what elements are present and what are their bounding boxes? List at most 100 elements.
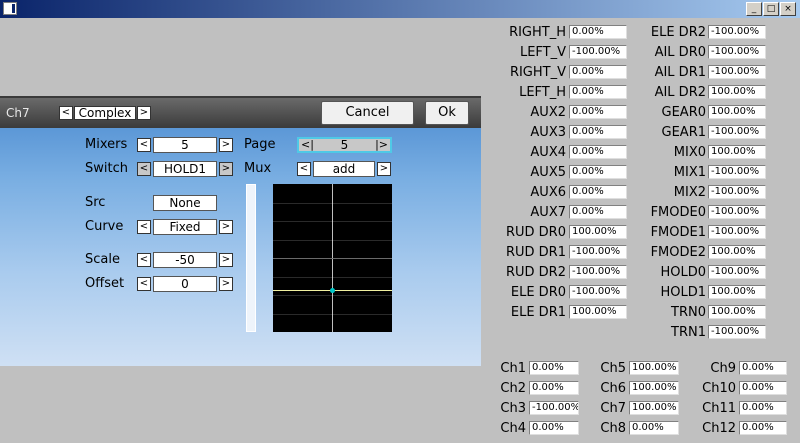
input-label: GEAR1 xyxy=(661,125,706,140)
input-label: MIX1 xyxy=(673,165,706,180)
input-label: AUX2 xyxy=(530,105,566,120)
cancel-button[interactable]: Cancel xyxy=(321,101,414,125)
curve-select[interactable]: Fixed xyxy=(153,219,217,235)
switch-prev-button[interactable]: < xyxy=(137,162,151,176)
offset-next-button[interactable]: > xyxy=(219,277,233,291)
close-button[interactable]: × xyxy=(780,2,796,16)
input-value: 100.00% xyxy=(708,105,766,119)
channel-value: 0.00% xyxy=(529,361,579,375)
value-slider[interactable] xyxy=(246,184,256,332)
scale-prev-button[interactable]: < xyxy=(137,253,151,267)
window-app-icon[interactable] xyxy=(3,2,17,15)
input-value: -100.00% xyxy=(708,45,766,59)
input-value: -100.00% xyxy=(708,185,766,199)
page-select[interactable]: <| 5 |> xyxy=(297,137,392,153)
input-label: AUX4 xyxy=(530,145,566,160)
input-label: TRN0 xyxy=(671,305,706,320)
channel-label: Ch1 xyxy=(500,361,526,376)
input-label: RUD DR0 xyxy=(505,225,566,240)
curve-label: Curve xyxy=(85,219,124,234)
channel-label: Ch5 xyxy=(600,361,626,376)
channel-label: Ch9 xyxy=(710,361,736,376)
src-select[interactable]: None xyxy=(153,195,217,211)
input-label: RIGHT_V xyxy=(509,65,566,80)
scale-next-button[interactable]: > xyxy=(219,253,233,267)
input-label: AUX6 xyxy=(530,185,566,200)
graph-curve-point xyxy=(330,288,335,294)
input-value: -100.00% xyxy=(708,225,766,239)
input-value: 100.00% xyxy=(708,245,766,259)
input-label: RUD DR1 xyxy=(505,245,566,260)
input-label: AUX7 xyxy=(530,205,566,220)
input-label: TRN1 xyxy=(671,325,706,340)
offset-label: Offset xyxy=(85,276,125,291)
channel-value: 100.00% xyxy=(629,381,679,395)
input-label: MIX2 xyxy=(673,185,706,200)
channel-label: Ch7 xyxy=(600,401,626,416)
input-value: 100.00% xyxy=(708,285,766,299)
switch-select[interactable]: HOLD1 xyxy=(153,161,217,177)
input-value: 100.00% xyxy=(708,145,766,159)
channel-value: 0.00% xyxy=(739,401,787,415)
channel-value: 0.00% xyxy=(739,421,787,435)
input-label: FMODE1 xyxy=(650,225,706,240)
dialog-header: Ch7 < Complex > Cancel Ok xyxy=(0,98,481,128)
input-value: 100.00% xyxy=(708,85,766,99)
mux-next-button[interactable]: > xyxy=(377,162,391,176)
mux-prev-button[interactable]: < xyxy=(297,162,311,176)
channel-label: Ch2 xyxy=(500,381,526,396)
ok-button[interactable]: Ok xyxy=(425,101,469,125)
channel-value: 0.00% xyxy=(629,421,679,435)
mixers-value[interactable]: 5 xyxy=(153,137,217,153)
input-label: LEFT_H xyxy=(519,85,566,100)
mixers-prev-button[interactable]: < xyxy=(137,138,151,152)
input-label: AIL DR2 xyxy=(654,85,706,100)
mixers-next-button[interactable]: > xyxy=(219,138,233,152)
channel-value: 100.00% xyxy=(629,401,679,415)
mux-select[interactable]: add xyxy=(313,161,375,177)
input-label: AUX5 xyxy=(530,165,566,180)
channel-value: 100.00% xyxy=(629,361,679,375)
input-value: -100.00% xyxy=(708,125,766,139)
input-label: MIX0 xyxy=(673,145,706,160)
input-label: ELE DR0 xyxy=(510,285,566,300)
src-label: Src xyxy=(85,195,106,210)
channel-label: Ch4 xyxy=(500,421,526,436)
switch-label: Switch xyxy=(85,161,128,176)
channel-title: Ch7 xyxy=(6,106,30,120)
mode-next-button[interactable]: > xyxy=(137,106,151,120)
channel-value: -100.00% xyxy=(529,401,579,415)
offset-value[interactable]: 0 xyxy=(153,276,217,292)
page-next-button[interactable]: |> xyxy=(375,139,388,151)
offset-prev-button[interactable]: < xyxy=(137,277,151,291)
curve-next-button[interactable]: > xyxy=(219,220,233,234)
channel-label: Ch6 xyxy=(600,381,626,396)
minimize-button[interactable]: _ xyxy=(746,2,762,16)
switch-next-button[interactable]: > xyxy=(219,162,233,176)
input-value: -100.00% xyxy=(708,265,766,279)
channel-label: Ch3 xyxy=(500,401,526,416)
input-label: AIL DR1 xyxy=(654,65,706,80)
input-value: -100.00% xyxy=(708,325,766,339)
channel-label: Ch8 xyxy=(600,421,626,436)
input-label: ELE DR2 xyxy=(650,25,706,40)
channel-value: 0.00% xyxy=(529,381,579,395)
input-label: RIGHT_H xyxy=(509,25,566,40)
input-value: -100.00% xyxy=(708,25,766,39)
input-label: HOLD1 xyxy=(660,285,706,300)
scale-value[interactable]: -50 xyxy=(153,252,217,268)
maximize-button[interactable]: □ xyxy=(763,2,779,16)
curve-graph-canvas xyxy=(273,184,392,332)
mode-select[interactable]: Complex xyxy=(74,106,136,120)
input-label: GEAR0 xyxy=(661,105,706,120)
input-label: LEFT_V xyxy=(519,45,566,60)
channel-label: Ch10 xyxy=(702,381,736,396)
mode-prev-button[interactable]: < xyxy=(59,106,73,120)
channel-value: 0.00% xyxy=(529,421,579,435)
channel-value: 0.00% xyxy=(739,381,787,395)
curve-graph[interactable] xyxy=(273,184,392,332)
curve-prev-button[interactable]: < xyxy=(137,220,151,234)
input-value: -100.00% xyxy=(708,205,766,219)
input-label: FMODE2 xyxy=(650,245,706,260)
input-label: AUX3 xyxy=(530,125,566,140)
